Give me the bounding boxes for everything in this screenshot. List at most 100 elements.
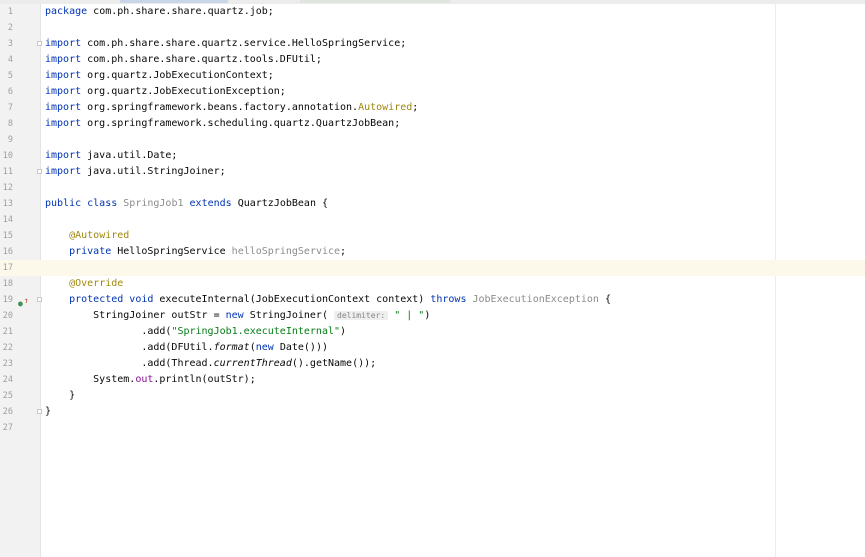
code-text[interactable]: package com.ph.share.share.quartz.job; xyxy=(45,4,274,20)
code-token xyxy=(45,230,69,241)
code-line[interactable]: 24 System.out.println(outStr); xyxy=(0,372,865,388)
code-text[interactable]: import org.quartz.JobExecutionContext; xyxy=(45,68,274,84)
fold-marker-icon[interactable] xyxy=(37,169,42,174)
code-line[interactable]: 21 .add("SpringJob1.executeInternal") xyxy=(0,324,865,340)
code-token xyxy=(45,278,69,289)
code-text[interactable]: public class SpringJob1 extends QuartzJo… xyxy=(45,196,328,212)
fold-marker-icon[interactable] xyxy=(37,297,42,302)
code-token: protected void xyxy=(69,294,153,305)
code-token: ; xyxy=(412,102,418,113)
code-line[interactable]: 16 private HelloSpringService helloSprin… xyxy=(0,244,865,260)
code-token: .add(Thread. xyxy=(45,358,214,369)
line-number: 7 xyxy=(0,100,13,116)
line-number: 19 xyxy=(0,292,13,308)
code-token: com.ph.share.share.quartz.job; xyxy=(87,6,274,17)
code-line[interactable]: 23 .add(Thread.currentThread().getName()… xyxy=(0,356,865,372)
code-text[interactable]: private HelloSpringService helloSpringSe… xyxy=(45,244,346,260)
code-text[interactable]: StringJoiner outStr = new StringJoiner( … xyxy=(45,308,430,324)
fold-marker-icon[interactable] xyxy=(37,409,42,414)
line-number: 21 xyxy=(0,324,13,340)
code-text[interactable]: import com.ph.share.share.quartz.tools.D… xyxy=(45,52,322,68)
code-token: import xyxy=(45,38,81,49)
code-line[interactable]: 17 xyxy=(0,260,865,276)
line-number: 4 xyxy=(0,52,13,68)
parameter-hint: delimiter: xyxy=(334,311,388,320)
code-line[interactable]: 7 import org.springframework.beans.factor… xyxy=(0,100,865,116)
line-number: 5 xyxy=(0,68,13,84)
code-line[interactable]: 10import java.util.Date; xyxy=(0,148,865,164)
code-text[interactable]: import java.util.Date; xyxy=(45,148,177,164)
code-text[interactable]: @Autowired xyxy=(45,228,129,244)
code-token: package xyxy=(45,6,87,17)
code-line[interactable]: 8 import org.springframework.scheduling.q… xyxy=(0,116,865,132)
code-token: "SpringJob1.executeInternal" xyxy=(171,326,340,337)
code-text[interactable]: System.out.println(outStr); xyxy=(45,372,256,388)
code-token: @Override xyxy=(69,278,123,289)
code-line[interactable]: 13public class SpringJob1 extends Quartz… xyxy=(0,196,865,212)
code-token: extends xyxy=(190,198,232,209)
code-line[interactable]: 11import java.util.StringJoiner; xyxy=(0,164,865,180)
code-text[interactable]: .add(Thread.currentThread().getName()); xyxy=(45,356,376,372)
code-token: out xyxy=(135,374,153,385)
code-text[interactable]: .add("SpringJob1.executeInternal") xyxy=(45,324,346,340)
code-token: java.util.Date; xyxy=(81,150,177,161)
code-text[interactable]: } xyxy=(45,404,51,420)
code-line[interactable]: 19●↑ protected void executeInternal(JobE… xyxy=(0,292,865,308)
fold-marker-icon[interactable] xyxy=(37,41,42,46)
code-token: StringJoiner( xyxy=(244,310,334,321)
code-token: import xyxy=(45,54,81,65)
code-line[interactable]: 25 } xyxy=(0,388,865,404)
line-number: 20 xyxy=(0,308,13,324)
code-token: Autowired xyxy=(358,102,412,113)
code-token: ; xyxy=(340,246,346,257)
code-line[interactable]: 18 @Override xyxy=(0,276,865,292)
code-line[interactable]: 3import com.ph.share.share.quartz.servic… xyxy=(0,36,865,52)
line-number: 1 xyxy=(0,4,13,20)
code-line[interactable]: 9 xyxy=(0,132,865,148)
code-line[interactable]: 15 @Autowired xyxy=(0,228,865,244)
line-number: 23 xyxy=(0,356,13,372)
line-number: 2 xyxy=(0,20,13,36)
code-token: System. xyxy=(45,374,135,385)
code-line[interactable]: 12 xyxy=(0,180,865,196)
line-number: 9 xyxy=(0,132,13,148)
code-text[interactable]: .add(DFUtil.format(new Date())) xyxy=(45,340,328,356)
editor-tab[interactable] xyxy=(120,0,228,3)
code-text[interactable]: import java.util.StringJoiner; xyxy=(45,164,226,180)
code-token: org.quartz.JobExecutionException; xyxy=(81,86,286,97)
code-token: java.util.StringJoiner; xyxy=(81,166,226,177)
code-text[interactable]: import com.ph.share.share.quartz.service… xyxy=(45,36,406,52)
code-line[interactable]: 5 import org.quartz.JobExecutionContext; xyxy=(0,68,865,84)
code-line[interactable]: 14 xyxy=(0,212,865,228)
code-line[interactable]: 27 xyxy=(0,420,865,436)
code-line[interactable]: 1 package com.ph.share.share.quartz.job; xyxy=(0,4,865,20)
code-token: } xyxy=(45,390,75,401)
code-token: com.ph.share.share.quartz.service.HelloS… xyxy=(81,38,406,49)
code-text[interactable]: protected void executeInternal(JobExecut… xyxy=(45,292,611,308)
code-editor[interactable]: 1 package com.ph.share.share.quartz.job; 2… xyxy=(0,0,865,557)
code-line[interactable]: 6import org.quartz.JobExecutionException… xyxy=(0,84,865,100)
editor-tab[interactable] xyxy=(300,0,450,3)
code-token: org.quartz.JobExecutionContext; xyxy=(81,70,274,81)
code-token: { xyxy=(599,294,611,305)
code-token: } xyxy=(45,406,51,417)
code-text[interactable]: import org.springframework.beans.factory… xyxy=(45,100,418,116)
code-text[interactable]: } xyxy=(45,388,75,404)
line-number: 15 xyxy=(0,228,13,244)
code-line[interactable]: 26} xyxy=(0,404,865,420)
line-number: 17 xyxy=(0,260,13,276)
code-token xyxy=(45,246,69,257)
code-line[interactable]: 20 StringJoiner outStr = new StringJoine… xyxy=(0,308,865,324)
code-token: QuartzJobBean { xyxy=(232,198,328,209)
code-line[interactable]: 2 xyxy=(0,20,865,36)
code-token: import xyxy=(45,102,81,113)
code-line[interactable]: 22 .add(DFUtil.format(new Date())) xyxy=(0,340,865,356)
line-number: 8 xyxy=(0,116,13,132)
code-text[interactable]: @Override xyxy=(45,276,123,292)
code-token: @Autowired xyxy=(69,230,129,241)
code-text[interactable]: import org.springframework.scheduling.qu… xyxy=(45,116,400,132)
code-token: SpringJob1 xyxy=(123,198,183,209)
code-line[interactable]: 4 import com.ph.share.share.quartz.tools.… xyxy=(0,52,865,68)
code-token: org.springframework.scheduling.quartz.Qu… xyxy=(81,118,400,129)
code-text[interactable]: import org.quartz.JobExecutionException; xyxy=(45,84,286,100)
